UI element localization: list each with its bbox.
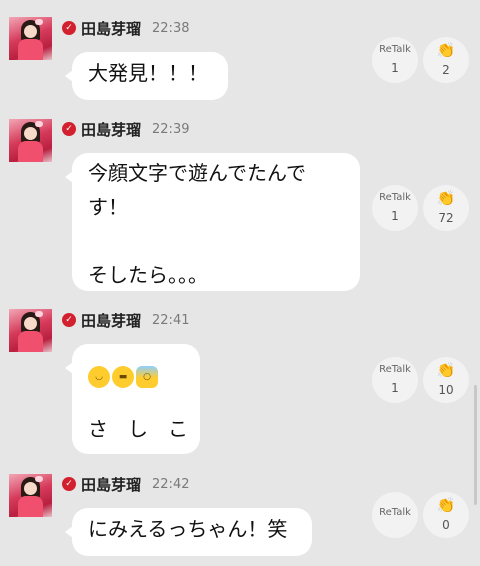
clap-button[interactable]: 👏 2 <box>423 37 469 83</box>
grinning-face-emoji: ▬ <box>112 366 134 388</box>
message-text: 大発見！！！ <box>88 61 208 85</box>
clap-button[interactable]: 👏 10 <box>423 357 469 403</box>
message-text <box>88 224 344 258</box>
avatar[interactable] <box>9 17 52 60</box>
clap-button[interactable]: 👏 0 <box>423 492 469 538</box>
message-header: ✓ 田島芽瑠 22:41 <box>62 310 189 330</box>
clap-button[interactable]: 👏 72 <box>423 185 469 231</box>
retalk-label: ReTalk <box>379 507 411 518</box>
retalk-count: 1 <box>391 209 399 223</box>
clap-count: 2 <box>442 63 450 77</box>
clapping-hands-icon: 👏 <box>436 189 456 207</box>
clapping-hands-icon: 👏 <box>436 41 456 59</box>
retalk-button[interactable]: ReTalk 1 <box>372 357 418 403</box>
message-time: 22:38 <box>152 20 190 36</box>
smiling-face-emoji: ◡ <box>88 366 110 388</box>
check-badge-icon: ✓ <box>62 122 76 136</box>
message-header: ✓ 田島芽瑠 22:39 <box>62 119 189 139</box>
check-badge-icon: ✓ <box>62 21 76 35</box>
message-time: 22:41 <box>152 312 190 328</box>
message-text: さ し こ <box>88 417 188 441</box>
avatar[interactable] <box>9 309 52 352</box>
user-name[interactable]: 田島芽瑠 <box>81 310 141 331</box>
message-text: にみえるっちゃん！笑 <box>88 517 288 541</box>
avatar[interactable] <box>9 119 52 162</box>
message-time: 22:39 <box>152 121 190 137</box>
message-text: す！ <box>88 195 128 219</box>
retalk-label: ReTalk <box>379 44 411 55</box>
user-name[interactable]: 田島芽瑠 <box>81 474 141 495</box>
retalk-button[interactable]: ReTalk 1 <box>372 185 418 231</box>
scrollbar[interactable] <box>474 385 477 505</box>
retalk-label: ReTalk <box>379 364 411 375</box>
clapping-hands-icon: 👏 <box>436 361 456 379</box>
emoji-row: ◡ ▬ ○ <box>88 360 184 394</box>
screaming-face-emoji: ○ <box>136 366 158 388</box>
message-bubble[interactable]: にみえるっちゃん！笑 <box>65 508 312 556</box>
retalk-button[interactable]: ReTalk 1 <box>372 37 418 83</box>
user-name[interactable]: 田島芽瑠 <box>81 18 141 39</box>
check-badge-icon: ✓ <box>62 477 76 491</box>
message-time: 22:42 <box>152 476 190 492</box>
message-bubble[interactable]: 今顔文字で遊んでたんで す！ そしたら。。。 <box>65 153 360 291</box>
message-text: 今顔文字で遊んでたんで <box>88 161 306 185</box>
clapping-hands-icon: 👏 <box>436 496 456 514</box>
message-header: ✓ 田島芽瑠 22:38 <box>62 18 189 38</box>
message-header: ✓ 田島芽瑠 22:42 <box>62 474 189 494</box>
user-name[interactable]: 田島芽瑠 <box>81 119 141 140</box>
check-badge-icon: ✓ <box>62 313 76 327</box>
retalk-count: 1 <box>391 381 399 395</box>
message-bubble[interactable]: 大発見！！！ <box>65 52 228 100</box>
retalk-button[interactable]: ReTalk <box>372 492 418 538</box>
clap-count: 10 <box>438 383 454 397</box>
message-bubble[interactable]: ◡ ▬ ○ さ し こ <box>65 344 200 454</box>
clap-count: 72 <box>438 211 454 225</box>
clap-count: 0 <box>442 518 450 532</box>
message-text: そしたら。。。 <box>88 263 208 287</box>
retalk-count: 1 <box>391 61 399 75</box>
avatar[interactable] <box>9 474 52 517</box>
retalk-label: ReTalk <box>379 192 411 203</box>
